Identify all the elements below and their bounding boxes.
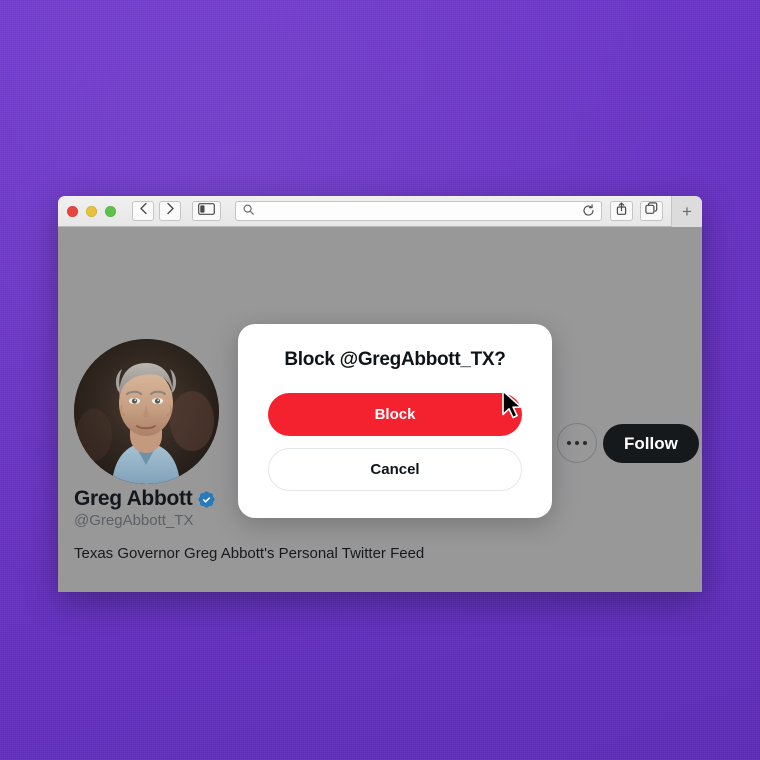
share-button[interactable] <box>610 201 633 221</box>
browser-toolbar: + <box>58 196 702 227</box>
page-title: Greg Abbott <box>74 487 193 510</box>
more-dot <box>566 440 572 446</box>
block-button[interactable]: Block <box>268 393 522 436</box>
follow-button[interactable]: Follow <box>603 424 699 463</box>
sidebar-toggle-button[interactable] <box>192 201 221 221</box>
profile-bio: Texas Governor Greg Abbott's Personal Tw… <box>74 545 425 562</box>
back-button[interactable] <box>132 201 154 221</box>
dialog-title: Block @GregAbbott_TX? <box>284 349 506 370</box>
chevron-left-icon <box>139 202 148 220</box>
navigation-buttons <box>132 201 181 221</box>
block-confirmation-dialog: Block @GregAbbott_TX? Block Cancel <box>238 324 552 518</box>
chevron-right-icon <box>166 202 175 220</box>
close-window-button[interactable] <box>67 205 78 217</box>
profile-name-row: Greg Abbott <box>74 487 216 511</box>
toolbar-right-tools <box>610 201 663 221</box>
cancel-button[interactable]: Cancel <box>268 448 522 491</box>
tab-overview-button[interactable] <box>640 201 663 221</box>
avatar[interactable] <box>74 339 219 484</box>
more-dot <box>574 440 580 446</box>
forward-button[interactable] <box>159 201 181 221</box>
window-traffic-lights <box>67 205 116 217</box>
more-dot <box>582 440 588 446</box>
minimize-window-button[interactable] <box>86 205 97 217</box>
verified-badge-icon <box>197 490 216 509</box>
more-options-button[interactable] <box>557 423 597 463</box>
page-content: Greg Abbott @GregAbbott_TX Texas Governo… <box>58 227 702 592</box>
browser-window: + Greg Abbott @GregAbbott_TX Texas Gover… <box>58 196 702 592</box>
avatar-photo <box>74 339 219 484</box>
zoom-window-button[interactable] <box>105 205 116 217</box>
reload-button[interactable] <box>582 204 595 222</box>
share-icon <box>616 202 627 220</box>
sidebar-toggle-icon <box>198 202 215 220</box>
search-icon <box>243 202 254 220</box>
tab-overview-icon <box>645 202 658 220</box>
new-tab-button[interactable]: + <box>671 196 702 227</box>
profile-handle: @GregAbbott_TX <box>74 512 194 529</box>
address-search-field[interactable] <box>235 201 602 221</box>
